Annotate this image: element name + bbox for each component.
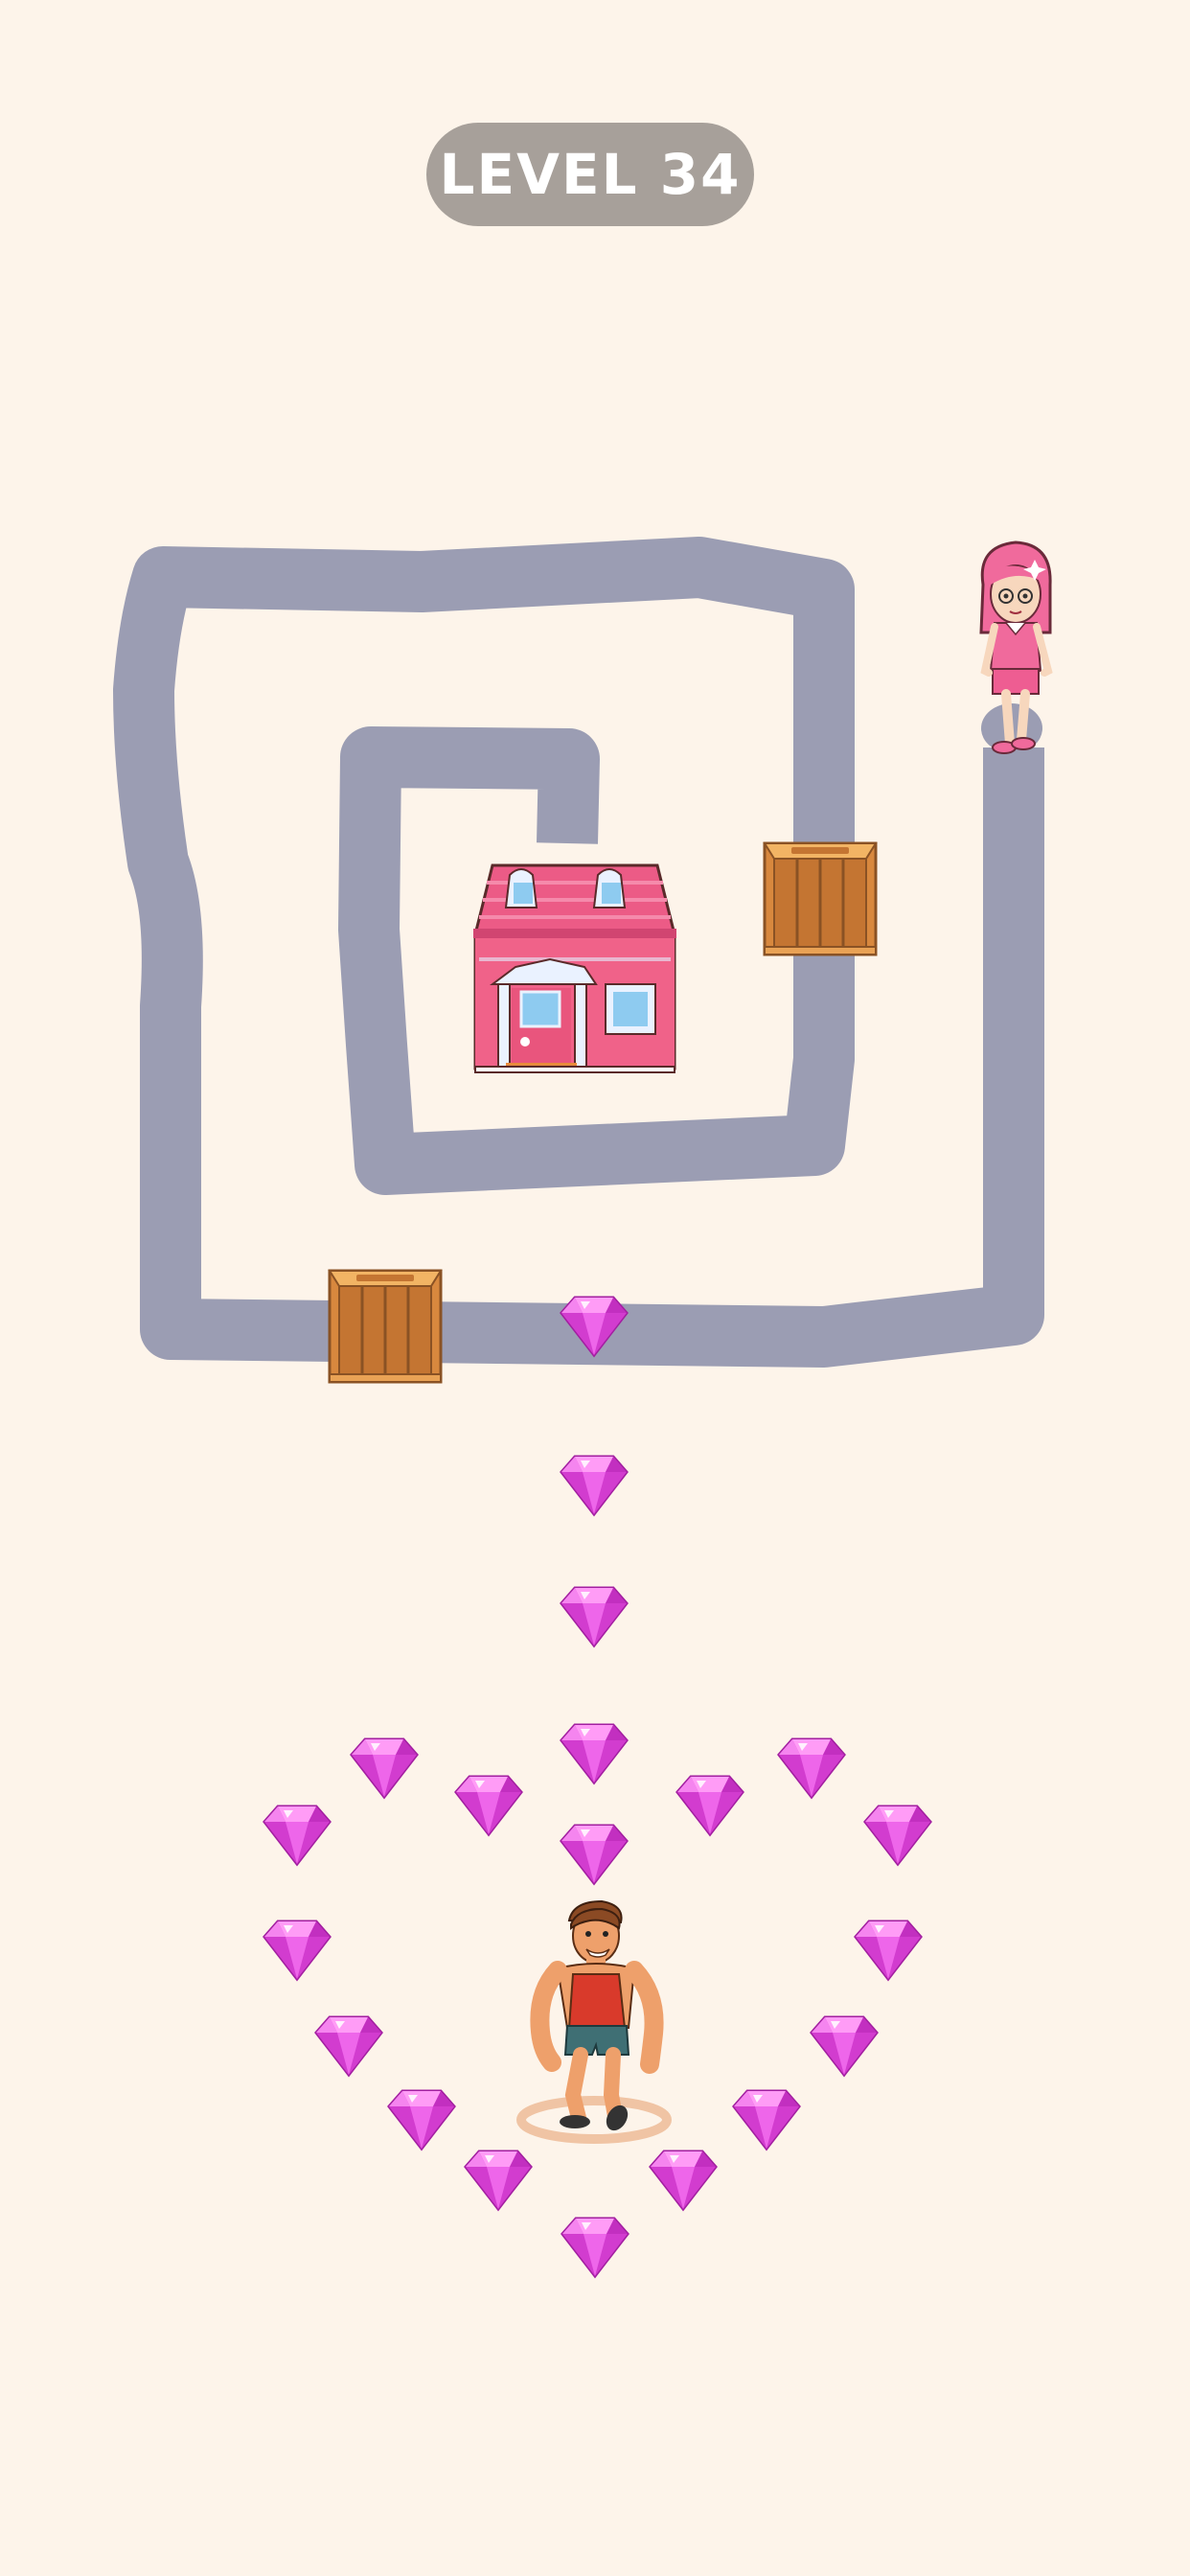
game-stage[interactable]: LEVEL 34 <box>0 0 1190 2576</box>
gem-icon <box>314 2015 383 2077</box>
gem-icon <box>560 1723 629 1784</box>
gem-icon <box>350 1737 419 1799</box>
gem-icon <box>464 2150 533 2211</box>
gems <box>263 1296 932 2278</box>
gem-icon <box>854 1920 923 1981</box>
gem-icon <box>560 1824 629 1885</box>
crate-bottom-left[interactable] <box>328 1269 443 1384</box>
gem-icon <box>263 1805 332 1866</box>
gem-icon <box>560 1455 629 1516</box>
start-ring <box>516 2096 672 2144</box>
crate-right[interactable] <box>763 841 878 956</box>
gem-icon <box>863 1805 932 1866</box>
gem-icon <box>387 2089 456 2150</box>
gem-icon <box>560 1586 629 1647</box>
house-icon <box>473 863 676 1073</box>
gem-icon <box>561 2217 629 2278</box>
gem-icon <box>732 2089 801 2150</box>
gem-icon <box>263 1920 332 1981</box>
gem-icon <box>454 1775 523 1836</box>
gem-icon <box>675 1775 744 1836</box>
gem-icon <box>810 2015 879 2077</box>
game-scene <box>113 537 1053 2278</box>
gem-icon <box>649 2150 718 2211</box>
gem-icon <box>777 1737 846 1799</box>
